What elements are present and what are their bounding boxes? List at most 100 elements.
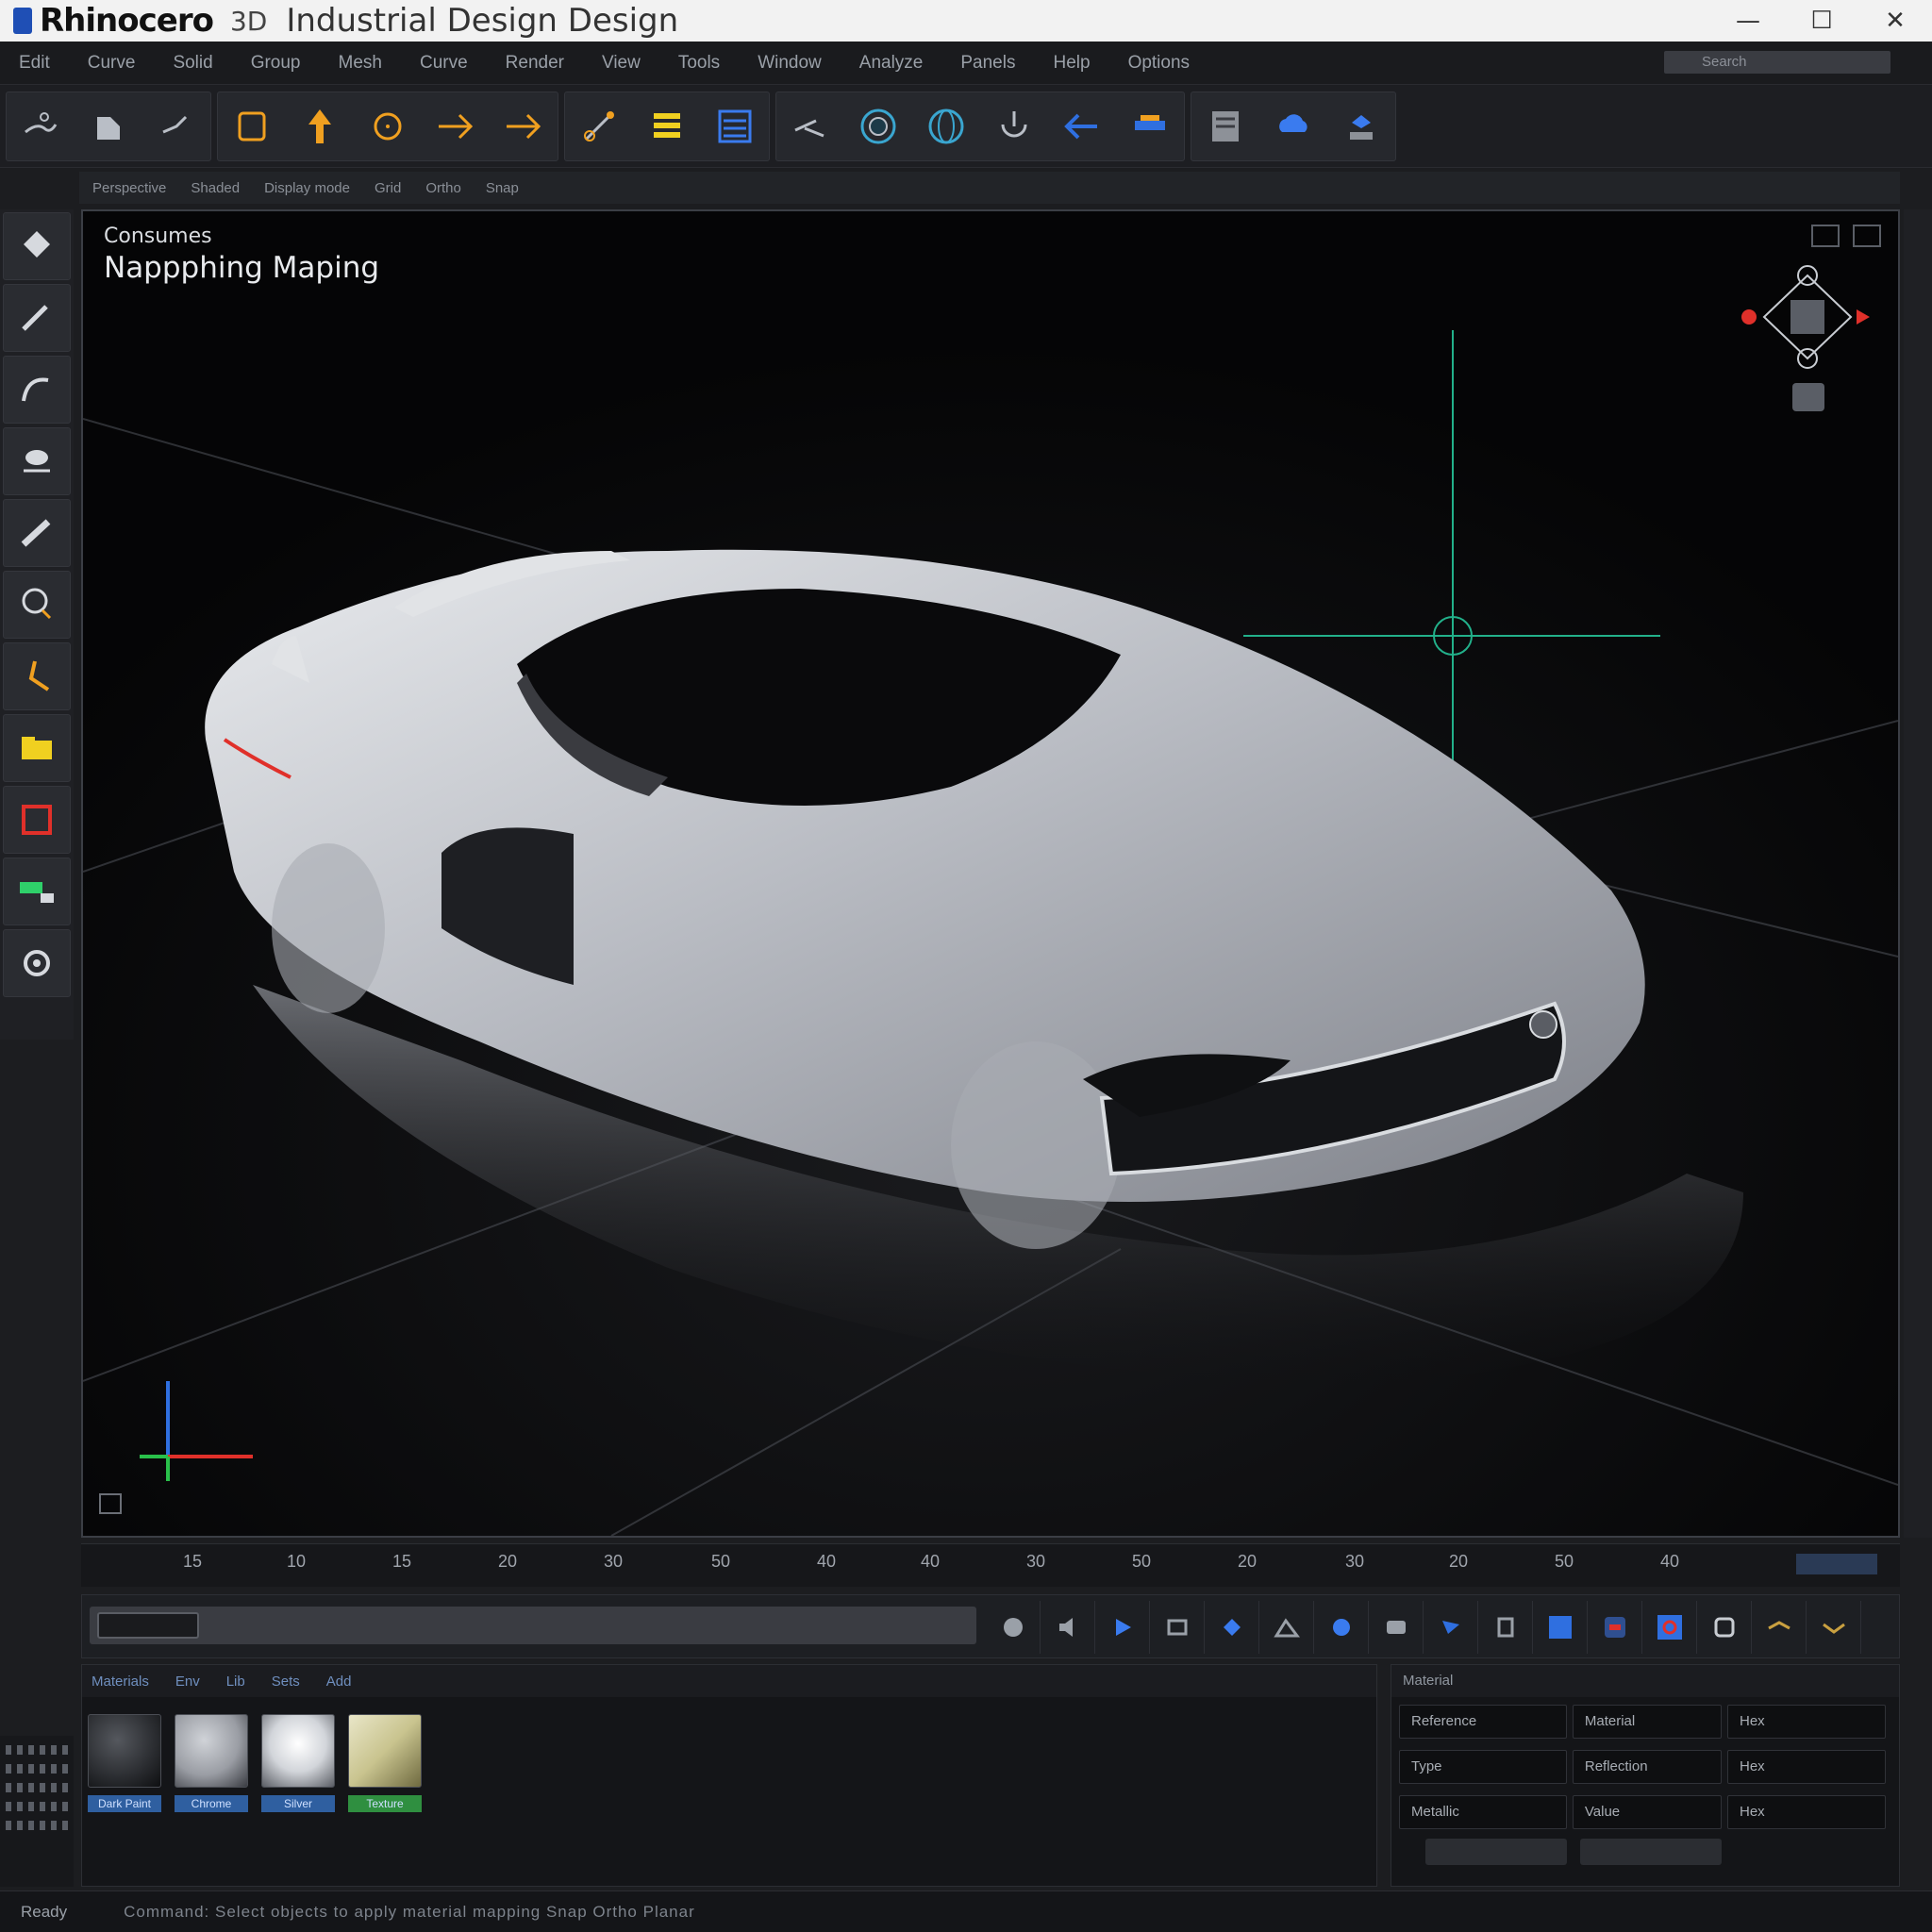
viewport-mode[interactable]: Perspective bbox=[92, 180, 166, 196]
tab-library[interactable]: Lib bbox=[226, 1674, 245, 1690]
link-icon[interactable] bbox=[1588, 1601, 1642, 1654]
tab-environment[interactable]: Env bbox=[175, 1674, 200, 1690]
gumball-icon[interactable] bbox=[3, 212, 71, 280]
ruler-icon[interactable] bbox=[3, 499, 71, 567]
menu-item[interactable]: Help bbox=[1053, 53, 1090, 74]
menu-item[interactable]: Analyze bbox=[859, 53, 924, 74]
cloud-icon[interactable] bbox=[1259, 92, 1327, 160]
apply-button[interactable] bbox=[1425, 1839, 1567, 1865]
property-extra-field[interactable]: Hex bbox=[1727, 1750, 1886, 1784]
scrubber-handle[interactable] bbox=[97, 1612, 199, 1639]
curve-icon[interactable] bbox=[3, 356, 71, 424]
timeline-range-box[interactable] bbox=[1796, 1554, 1877, 1574]
viewport-layout-icon[interactable] bbox=[1811, 225, 1840, 247]
menu-item[interactable]: Window bbox=[758, 53, 822, 74]
rectangle-icon[interactable] bbox=[218, 92, 286, 160]
property-value-dropdown[interactable]: Reflection bbox=[1572, 1750, 1722, 1784]
snap-icon[interactable] bbox=[565, 92, 633, 160]
property-value-dropdown[interactable]: Value bbox=[1572, 1795, 1722, 1829]
trim-icon[interactable] bbox=[776, 92, 844, 160]
circle-icon[interactable] bbox=[354, 92, 422, 160]
material-name: Dark Paint bbox=[88, 1795, 161, 1812]
document-icon[interactable] bbox=[1191, 92, 1259, 160]
timeline-ruler[interactable]: 15 10 15 20 30 50 40 40 30 50 20 30 20 5… bbox=[81, 1543, 1900, 1587]
tab-add[interactable]: Add bbox=[326, 1674, 352, 1690]
lamp-icon[interactable] bbox=[3, 427, 71, 495]
search-input[interactable]: Search bbox=[1664, 51, 1890, 74]
perspective-viewport[interactable]: Consumes Nappphing Maping bbox=[81, 209, 1900, 1538]
keyframe-icon[interactable] bbox=[1205, 1601, 1259, 1654]
clip-icon[interactable] bbox=[1478, 1601, 1533, 1654]
render-sphere-icon[interactable] bbox=[844, 92, 912, 160]
ribbon-icon[interactable] bbox=[1807, 1601, 1861, 1654]
rotate-icon[interactable] bbox=[980, 92, 1048, 160]
minimize-button[interactable]: — bbox=[1711, 0, 1785, 42]
folder-icon[interactable] bbox=[3, 714, 71, 782]
layer-panel-icon[interactable] bbox=[3, 858, 71, 925]
globe-icon[interactable] bbox=[912, 92, 980, 160]
tab-sets[interactable]: Sets bbox=[272, 1674, 300, 1690]
arrow-icon[interactable] bbox=[422, 92, 490, 160]
menu-item[interactable]: Tools bbox=[678, 53, 720, 74]
material-swatch[interactable]: Chrome bbox=[175, 1714, 248, 1812]
menu-item[interactable]: Options bbox=[1128, 53, 1190, 74]
viewport-shading[interactable]: Shaded bbox=[191, 180, 240, 196]
materials-tabs: Materials Env Lib Sets Add bbox=[82, 1665, 1376, 1697]
properties-icon[interactable] bbox=[701, 92, 769, 160]
play-icon[interactable] bbox=[1095, 1601, 1150, 1654]
menu-item[interactable]: Curve bbox=[88, 53, 136, 74]
stop-icon[interactable] bbox=[3, 786, 71, 854]
select-icon[interactable] bbox=[7, 92, 75, 160]
menu-item[interactable]: Render bbox=[506, 53, 564, 74]
line-icon[interactable] bbox=[142, 92, 210, 160]
menu-item[interactable]: Solid bbox=[173, 53, 212, 74]
arrow-icon[interactable] bbox=[490, 92, 558, 160]
speaker-icon[interactable] bbox=[1041, 1601, 1095, 1654]
back-arrow-icon[interactable] bbox=[1048, 92, 1116, 160]
shield-icon[interactable] bbox=[1314, 1601, 1369, 1654]
property-value-dropdown[interactable]: Material bbox=[1572, 1705, 1722, 1739]
viewport-settings-icon[interactable] bbox=[1853, 225, 1881, 247]
point-icon[interactable] bbox=[75, 92, 142, 160]
tag-icon[interactable] bbox=[1697, 1601, 1752, 1654]
right-scroll-strip[interactable] bbox=[1904, 209, 1932, 1538]
menu-item[interactable]: Edit bbox=[19, 53, 50, 74]
target-icon[interactable] bbox=[1642, 1601, 1697, 1654]
square-blue-icon[interactable] bbox=[1533, 1601, 1588, 1654]
record-icon[interactable] bbox=[986, 1601, 1041, 1654]
material-swatch[interactable]: Silver bbox=[261, 1714, 335, 1812]
settings-gear-icon[interactable] bbox=[3, 929, 71, 997]
viewport-snap-toggle[interactable]: Snap bbox=[486, 180, 519, 196]
property-extra-field[interactable]: Hex bbox=[1727, 1705, 1886, 1739]
property-row: Reference Material Hex bbox=[1399, 1701, 1891, 1742]
layers-icon[interactable] bbox=[633, 92, 701, 160]
menu-item[interactable]: Curve bbox=[420, 53, 468, 74]
material-swatch[interactable]: Texture bbox=[348, 1714, 422, 1812]
viewport-ortho-toggle[interactable]: Ortho bbox=[425, 180, 461, 196]
move-icon[interactable] bbox=[286, 92, 354, 160]
polyline-icon[interactable] bbox=[3, 642, 71, 710]
camera-icon[interactable] bbox=[1369, 1601, 1424, 1654]
timeline-scrubber[interactable] bbox=[90, 1607, 976, 1644]
loop-icon[interactable] bbox=[1150, 1601, 1205, 1654]
viewport-display-mode[interactable]: Display mode bbox=[264, 180, 350, 196]
property-extra-field[interactable]: Hex bbox=[1727, 1795, 1886, 1829]
lasso-icon[interactable] bbox=[3, 571, 71, 639]
menu-item[interactable]: Mesh bbox=[339, 53, 382, 74]
share-icon[interactable] bbox=[1327, 92, 1395, 160]
material-swatch[interactable]: Dark Paint bbox=[88, 1714, 161, 1812]
viewport-grid-toggle[interactable]: Grid bbox=[375, 180, 401, 196]
mountain-icon[interactable] bbox=[1259, 1601, 1314, 1654]
stack-icon[interactable] bbox=[1116, 92, 1184, 160]
reset-button[interactable] bbox=[1580, 1839, 1722, 1865]
menu-item[interactable]: Group bbox=[251, 53, 301, 74]
maximize-button[interactable]: ☐ bbox=[1785, 0, 1858, 42]
close-button[interactable]: ✕ bbox=[1858, 0, 1932, 42]
pen-icon[interactable] bbox=[3, 284, 71, 352]
tab-materials[interactable]: Materials bbox=[92, 1674, 149, 1690]
status-bar: Ready Command: Select objects to apply m… bbox=[0, 1890, 1932, 1932]
menu-item[interactable]: View bbox=[602, 53, 641, 74]
menu-item[interactable]: Panels bbox=[960, 53, 1015, 74]
fold-icon[interactable] bbox=[1752, 1601, 1807, 1654]
flag-icon[interactable] bbox=[1424, 1601, 1478, 1654]
